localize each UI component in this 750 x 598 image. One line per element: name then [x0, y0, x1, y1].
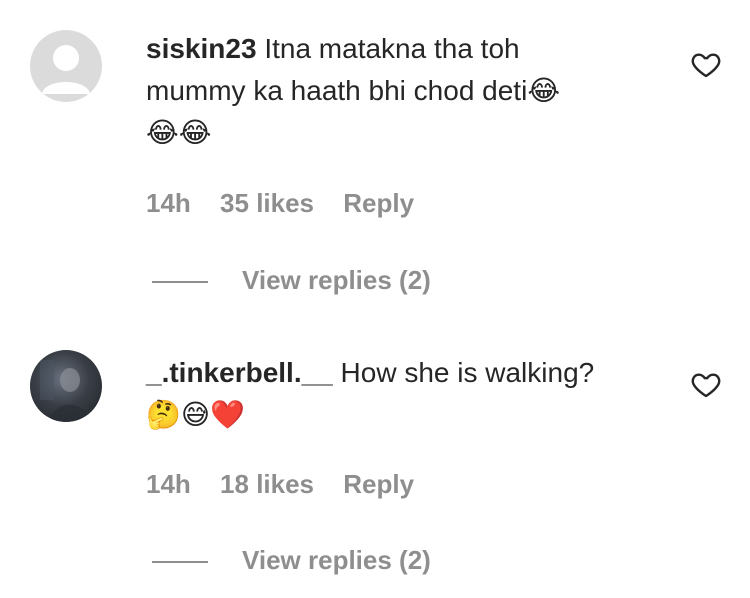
- reply-button[interactable]: Reply: [343, 469, 414, 499]
- comment-body-line1: How she is walking?: [340, 357, 595, 388]
- view-replies-label: View replies (2): [242, 265, 431, 295]
- default-avatar-icon: [42, 45, 90, 94]
- like-button[interactable]: [690, 368, 722, 400]
- avatar[interactable]: [30, 30, 102, 102]
- avatar[interactable]: [30, 350, 102, 422]
- heart-outline-icon: [691, 53, 721, 78]
- comment-body-line2: mummy ka haath bhi chod deti: [146, 75, 528, 106]
- comment-time: 14h: [146, 188, 191, 218]
- heart-outline-icon: [691, 373, 721, 398]
- replies-divider: [152, 561, 208, 564]
- comment-text: _.tinkerbell.__ How she is walking? 🤔😅❤️: [146, 352, 646, 436]
- view-replies-label: View replies (2): [242, 545, 431, 575]
- comment-text: siskin23 Itna matakna tha toh mummy ka h…: [146, 28, 646, 154]
- reply-button[interactable]: Reply: [343, 188, 414, 218]
- view-replies-button[interactable]: View replies (2): [152, 545, 431, 576]
- comment-emoji-line: 🤔😅❤️: [146, 398, 245, 431]
- comment-username[interactable]: siskin23: [146, 33, 257, 64]
- comment-username[interactable]: _.tinkerbell.__: [146, 357, 333, 388]
- comment-likes[interactable]: 18 likes: [220, 469, 314, 499]
- comment-likes[interactable]: 35 likes: [220, 188, 314, 218]
- view-replies-button[interactable]: View replies (2): [152, 265, 431, 296]
- comment-body-line1: Itna matakna tha toh: [264, 33, 520, 64]
- comment-emoji-inline: 😂: [527, 74, 561, 107]
- comment-meta: 14h 18 likes Reply: [146, 469, 436, 500]
- profile-photo-icon: [40, 360, 90, 422]
- replies-divider: [152, 281, 208, 284]
- comment-meta: 14h 35 likes Reply: [146, 188, 436, 219]
- like-button[interactable]: [690, 48, 722, 80]
- comment-emoji-line: 😂😂: [146, 116, 212, 149]
- comment-time: 14h: [146, 469, 191, 499]
